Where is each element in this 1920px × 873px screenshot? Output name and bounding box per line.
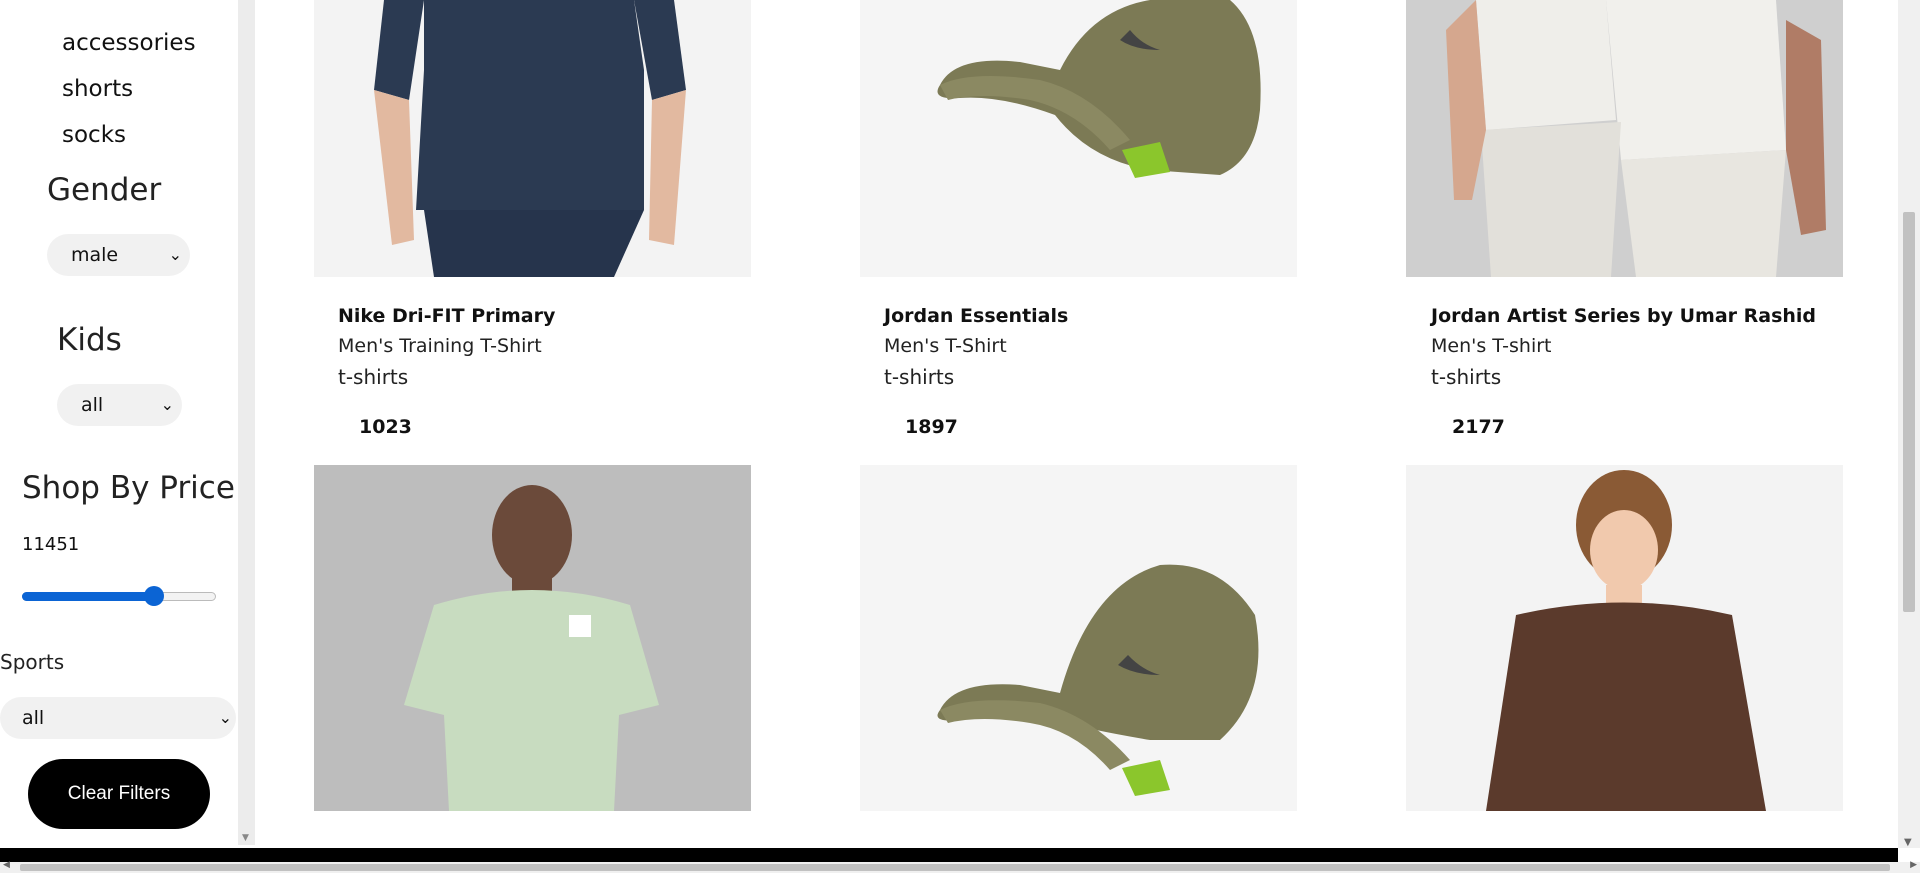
gender-select-value: male <box>71 244 119 266</box>
slider-fill <box>22 592 154 601</box>
footer-bar <box>0 848 1898 862</box>
kids-select[interactable]: all ⌄ <box>57 384 182 426</box>
sports-label: Sports <box>0 650 65 674</box>
product-price: 1023 <box>359 416 412 438</box>
category-item-socks[interactable]: socks <box>62 112 196 158</box>
gender-title: Gender <box>47 172 162 208</box>
product-image-jordan-artist-series[interactable] <box>1406 0 1843 277</box>
product-image-olive-cap[interactable] <box>860 465 1297 811</box>
price-slider[interactable] <box>22 586 216 606</box>
artist-series-image <box>1406 0 1843 277</box>
scroll-down-arrow-icon[interactable]: ▼ <box>242 833 249 843</box>
product-subtitle: Men's T-shirt <box>1431 335 1552 357</box>
product-category: t-shirts <box>1431 365 1502 389</box>
scrollbar-thumb[interactable] <box>1903 212 1915 612</box>
gender-select[interactable]: male ⌄ <box>47 234 190 276</box>
scroll-left-arrow-icon[interactable]: ◀ <box>3 860 10 870</box>
olive-cap-image <box>860 0 1297 277</box>
scroll-right-arrow-icon[interactable]: ▶ <box>1910 860 1917 870</box>
kids-title: Kids <box>57 322 122 358</box>
olive-cap-image <box>860 465 1297 811</box>
brown-tshirt-image <box>1406 465 1843 811</box>
product-title[interactable]: Jordan Artist Series by Umar Rashid <box>1431 305 1816 327</box>
price-value: 11451 <box>22 534 80 555</box>
chevron-down-icon: ⌄ <box>160 395 174 414</box>
kids-select-value: all <box>81 394 104 416</box>
sports-select[interactable]: all ⌄ <box>0 697 236 739</box>
sidebar-scrollbar[interactable]: ▼ <box>238 0 255 845</box>
page-vertical-scrollbar[interactable]: ▼ <box>1898 0 1920 848</box>
page-horizontal-scrollbar[interactable]: ◀ ▶ <box>0 860 1920 873</box>
product-category: t-shirts <box>338 365 409 389</box>
category-item-accessories[interactable]: accessories <box>62 20 196 66</box>
product-title[interactable]: Nike Dri-FIT Primary <box>338 305 555 327</box>
chevron-down-icon: ⌄ <box>218 708 232 727</box>
product-image-green-tshirt[interactable] <box>314 465 751 811</box>
slider-thumb[interactable] <box>143 586 164 606</box>
scrollbar-thumb[interactable] <box>20 864 1890 871</box>
scroll-down-arrow-icon[interactable]: ▼ <box>1904 837 1912 848</box>
green-tshirt-image <box>314 465 751 811</box>
product-image-nike-dri-fit[interactable] <box>314 0 751 277</box>
product-price: 1897 <box>905 416 958 438</box>
chevron-down-icon: ⌄ <box>168 245 182 264</box>
price-title: Shop By Price <box>22 470 235 506</box>
product-image-brown-tshirt[interactable] <box>1406 465 1843 811</box>
navy-tshirt-image <box>314 0 751 277</box>
filter-sidebar: accessories shorts socks Gender male ⌄ K… <box>0 0 238 845</box>
product-image-jordan-essentials[interactable] <box>860 0 1297 277</box>
product-price: 2177 <box>1452 416 1505 438</box>
product-title[interactable]: Jordan Essentials <box>884 305 1068 327</box>
clear-filters-button[interactable]: Clear Filters <box>28 759 210 829</box>
category-list: accessories shorts socks <box>62 20 196 158</box>
product-subtitle: Men's T-Shirt <box>884 335 1007 357</box>
product-category: t-shirts <box>884 365 955 389</box>
product-subtitle: Men's Training T-Shirt <box>338 335 542 357</box>
sports-select-value: all <box>22 707 45 729</box>
category-item-shorts[interactable]: shorts <box>62 66 196 112</box>
